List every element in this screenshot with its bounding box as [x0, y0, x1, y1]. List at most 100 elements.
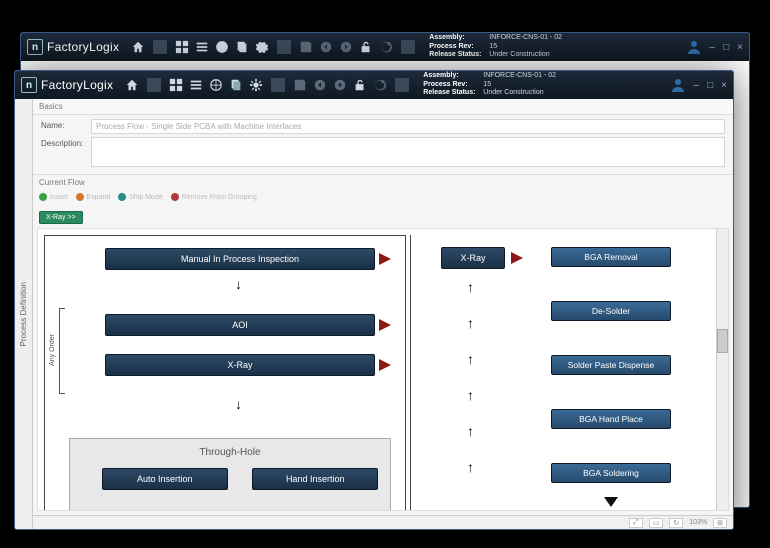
flow-toolstrip: Insert Expand Ship Mode Remove From Grou…: [33, 190, 733, 206]
tool-ship-mode[interactable]: Ship Mode: [118, 193, 162, 201]
out-arrow-icon: [379, 253, 391, 265]
user-icon[interactable]: [686, 39, 702, 55]
down-arrow-icon: [604, 497, 618, 507]
flow-canvas[interactable]: Manual In Process Inspection ↓ Any Order…: [37, 228, 729, 511]
grid-icon[interactable]: [175, 40, 189, 54]
node-de-solder[interactable]: De-Solder: [551, 301, 671, 321]
grid-icon[interactable]: [169, 78, 183, 92]
refresh-icon[interactable]: [379, 40, 393, 54]
up-arrow-icon: ↑: [467, 387, 474, 403]
tool-remove-grouping[interactable]: Remove From Grouping: [171, 193, 257, 201]
assembly-info: Assembly:INFORCE-CNS-01 - 02 Process Rev…: [423, 72, 556, 98]
main: Basics Name: Description: Current Flow I…: [33, 99, 733, 529]
tab-process-definition[interactable]: Process Definition: [19, 282, 28, 346]
zoom-value: 103%: [689, 519, 707, 526]
maximize-button[interactable]: □: [723, 42, 729, 53]
gear-icon[interactable]: [255, 40, 269, 54]
unlock-icon[interactable]: [353, 78, 367, 92]
down-arrow-icon: ↓: [235, 276, 242, 292]
app-window-front: n FactoryLogix Assembly:INFORCE-CNS-01 -…: [14, 70, 734, 530]
separator: [277, 40, 291, 54]
refresh-icon[interactable]: [373, 78, 387, 92]
name-label: Name:: [41, 119, 85, 130]
up-arrow-icon: ↑: [467, 459, 474, 475]
node-hand-insertion[interactable]: Hand Insertion: [252, 468, 378, 490]
group-title: Through-Hole: [70, 447, 390, 458]
tool-insert[interactable]: Insert: [39, 193, 68, 201]
brand-logo: n: [21, 77, 37, 93]
breadcrumb-tag[interactable]: X-Ray >>: [39, 211, 83, 224]
section-basics-header: Basics: [33, 99, 733, 115]
status-bar: ⤢ ▭ ↻ 103% ⊞: [33, 515, 733, 529]
assembly-info: Assembly:INFORCE-CNS-01 - 02 Process Rev…: [429, 34, 562, 60]
node-bga-removal[interactable]: BGA Removal: [551, 247, 671, 267]
node-xray-entry[interactable]: X-Ray: [441, 247, 505, 269]
node-manual-inspection[interactable]: Manual In Process Inspection: [105, 248, 375, 270]
home-icon[interactable]: [131, 40, 145, 54]
docs-icon[interactable]: [229, 78, 243, 92]
tool-expand[interactable]: Expand: [76, 193, 111, 201]
status-btn[interactable]: ▭: [649, 518, 664, 528]
body: Process Definition Basics Name: Descript…: [15, 99, 733, 529]
titlebar: n FactoryLogix Assembly:INFORCE-CNS-01 -…: [15, 71, 733, 99]
home-icon[interactable]: [125, 78, 139, 92]
scrollbar-thumb[interactable]: [717, 329, 728, 353]
brand-name: FactoryLogix: [41, 78, 113, 92]
description-label: Description:: [41, 137, 85, 148]
back-icon[interactable]: [319, 40, 333, 54]
user-icon[interactable]: [670, 77, 686, 93]
minimize-button[interactable]: –: [694, 80, 700, 91]
save-icon[interactable]: [299, 40, 313, 54]
up-arrow-icon: ↑: [467, 351, 474, 367]
close-button[interactable]: ×: [721, 80, 727, 91]
group-through-hole[interactable]: Through-Hole Auto Insertion Hand Inserti…: [69, 438, 391, 511]
out-arrow-icon: [511, 252, 523, 264]
status-btn[interactable]: ⤢: [629, 518, 643, 528]
globe-icon[interactable]: [209, 78, 223, 92]
forward-icon[interactable]: [339, 40, 353, 54]
node-xray[interactable]: X-Ray: [105, 354, 375, 376]
save-icon[interactable]: [293, 78, 307, 92]
toolbar: [125, 78, 411, 92]
out-arrow-icon: [379, 319, 391, 331]
node-aoi[interactable]: AOI: [105, 314, 375, 336]
up-arrow-icon: ↑: [467, 423, 474, 439]
forward-icon[interactable]: [333, 78, 347, 92]
gear-icon[interactable]: [249, 78, 263, 92]
brand-logo: n: [27, 39, 43, 55]
stack-icon[interactable]: [195, 40, 209, 54]
minimize-button[interactable]: –: [710, 42, 716, 53]
toolbar: [131, 40, 417, 54]
out-arrow-icon: [379, 359, 391, 371]
window-controls: – □ ×: [670, 77, 727, 93]
brand-name: FactoryLogix: [47, 40, 119, 54]
close-button[interactable]: ×: [737, 42, 743, 53]
right-lane: X-Ray BGA Removal De-Solder Solder Paste…: [410, 235, 726, 511]
unlock-icon[interactable]: [359, 40, 373, 54]
basics-panel: Name: Description:: [33, 115, 733, 175]
titlebar: n FactoryLogix Assembly:INFORCE-CNS-01 -…: [21, 33, 749, 61]
name-input[interactable]: [91, 119, 725, 134]
zoom-fit[interactable]: ⊞: [713, 518, 727, 528]
separator: [153, 40, 167, 54]
docs-icon[interactable]: [235, 40, 249, 54]
maximize-button[interactable]: □: [707, 80, 713, 91]
node-bga-hand-place[interactable]: BGA Hand Place: [551, 409, 671, 429]
vertical-scrollbar[interactable]: [716, 229, 728, 510]
any-order-label: Any Order: [49, 334, 56, 366]
separator: [401, 40, 415, 54]
up-arrow-icon: ↑: [467, 279, 474, 295]
stack-icon[interactable]: [189, 78, 203, 92]
window-controls: – □ ×: [686, 39, 743, 55]
bracket-any-order: [59, 308, 65, 394]
left-lane: Manual In Process Inspection ↓ Any Order…: [44, 235, 406, 511]
up-arrow-icon: ↑: [467, 315, 474, 331]
node-auto-insertion[interactable]: Auto Insertion: [102, 468, 228, 490]
status-btn[interactable]: ↻: [669, 518, 683, 528]
section-current-flow-header: Current Flow: [33, 175, 733, 190]
globe-icon[interactable]: [215, 40, 229, 54]
description-input[interactable]: [91, 137, 725, 167]
node-bga-soldering[interactable]: BGA Soldering: [551, 463, 671, 483]
node-solder-paste[interactable]: Solder Paste Dispense: [551, 355, 671, 375]
back-icon[interactable]: [313, 78, 327, 92]
